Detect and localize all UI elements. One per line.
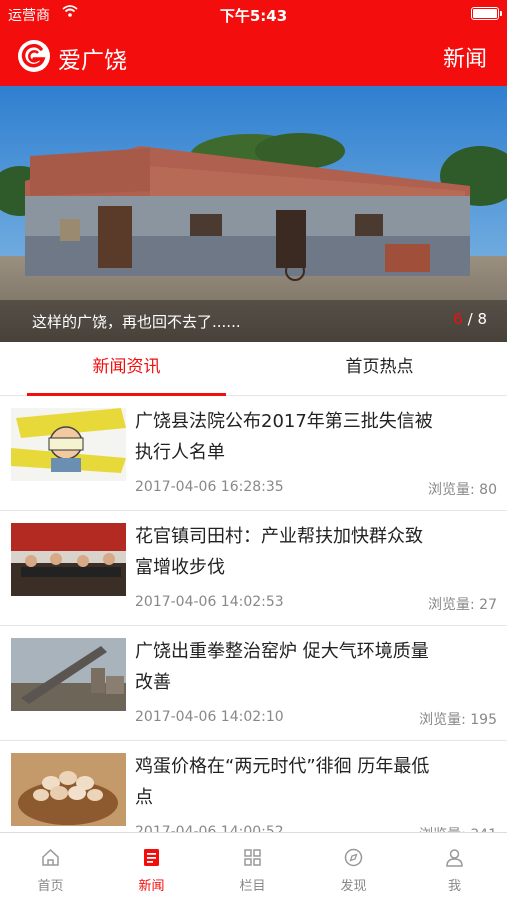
- app-bar: 爱广饶 新闻: [0, 28, 507, 86]
- news-tabs: 新闻资讯 首页热点: [0, 342, 507, 396]
- battery-icon: [471, 7, 502, 20]
- news-item[interactable]: 花官镇司田村：产业帮扶加快群众致富增收步伐 2017-04-06 14:02:5…: [0, 511, 507, 626]
- tabbar-label: 新闻: [138, 879, 165, 894]
- banner-carousel[interactable]: 这样的广饶，再也回不去了...... 6 / 8: [0, 86, 507, 342]
- news-date: 2017-04-06 16:28:35: [135, 479, 284, 495]
- channel-label[interactable]: 新闻: [443, 41, 487, 73]
- tabbar-item-discover[interactable]: 发现: [303, 833, 404, 900]
- tabbar-label: 栏目: [239, 879, 266, 894]
- news-icon: [144, 849, 159, 866]
- tabbar-item-me[interactable]: 我: [404, 833, 505, 900]
- news-views: 浏览量: 80: [428, 482, 497, 498]
- tabbar-item-news[interactable]: 新闻: [101, 833, 202, 900]
- user-icon: [446, 849, 463, 867]
- tabbar-label: 首页: [37, 879, 64, 894]
- banner-pager: 6 / 8: [453, 310, 487, 328]
- news-title: 广饶县法院公布2017年第三批失信被执行人名单: [135, 411, 433, 463]
- compass-icon: [344, 848, 363, 867]
- news-item[interactable]: 广饶出重拳整治窑炉 促大气环境质量改善 2017-04-06 14:02:10 …: [0, 626, 507, 741]
- news-thumbnail: [11, 753, 126, 826]
- news-views: 浏览量: 195: [419, 712, 497, 728]
- pager-total: / 8: [467, 310, 487, 328]
- tabbar-item-home[interactable]: 首页: [0, 833, 101, 900]
- news-thumbnail: [11, 638, 126, 711]
- app-header: 运营商 下午5:43 爱广饶 新闻: [0, 0, 507, 86]
- grid-icon: [244, 849, 261, 866]
- banner-caption: 这样的广饶，再也回不去了...... 6 / 8: [0, 300, 507, 342]
- news-thumbnail: [11, 408, 126, 481]
- app-logo-icon[interactable]: [18, 40, 50, 72]
- news-title: 鸡蛋价格在“两元时代”徘徊 历年最低点: [135, 756, 430, 808]
- home-icon: [42, 848, 59, 866]
- news-title: 花官镇司田村：产业帮扶加快群众致富增收步伐: [135, 526, 423, 578]
- banner-caption-text: 这样的广饶，再也回不去了......: [32, 313, 241, 331]
- tab-hot[interactable]: 首页热点: [253, 342, 506, 396]
- tabbar-label: 我: [447, 879, 461, 894]
- news-thumbnail: [11, 523, 126, 596]
- app-title: 爱广饶: [58, 48, 127, 74]
- news-views: 浏览量: 27: [428, 597, 497, 613]
- tabbar-item-columns[interactable]: 栏目: [202, 833, 303, 900]
- tabbar-label: 发现: [340, 879, 367, 894]
- news-date: 2017-04-06 14:00:52: [135, 824, 284, 832]
- status-time: 下午5:43: [219, 7, 288, 25]
- news-item[interactable]: 鸡蛋价格在“两元时代”徘徊 历年最低点 2017-04-06 14:00:52 …: [0, 741, 507, 832]
- news-date: 2017-04-06 14:02:53: [135, 594, 284, 610]
- news-list: 广饶县法院公布2017年第三批失信被执行人名单 2017-04-06 16:28…: [0, 396, 507, 832]
- bottom-tab-bar: 首页 新闻 栏目 发现 我: [0, 832, 507, 900]
- tab-news[interactable]: 新闻资讯: [0, 342, 253, 396]
- news-item[interactable]: 广饶县法院公布2017年第三批失信被执行人名单 2017-04-06 16:28…: [0, 396, 507, 511]
- status-bar: 运营商 下午5:43: [0, 0, 507, 28]
- pager-current: 6: [453, 310, 463, 328]
- news-views: 浏览量: 341: [419, 824, 497, 832]
- news-date: 2017-04-06 14:02:10: [135, 709, 284, 725]
- news-title: 广饶出重拳整治窑炉 促大气环境质量改善: [135, 641, 429, 693]
